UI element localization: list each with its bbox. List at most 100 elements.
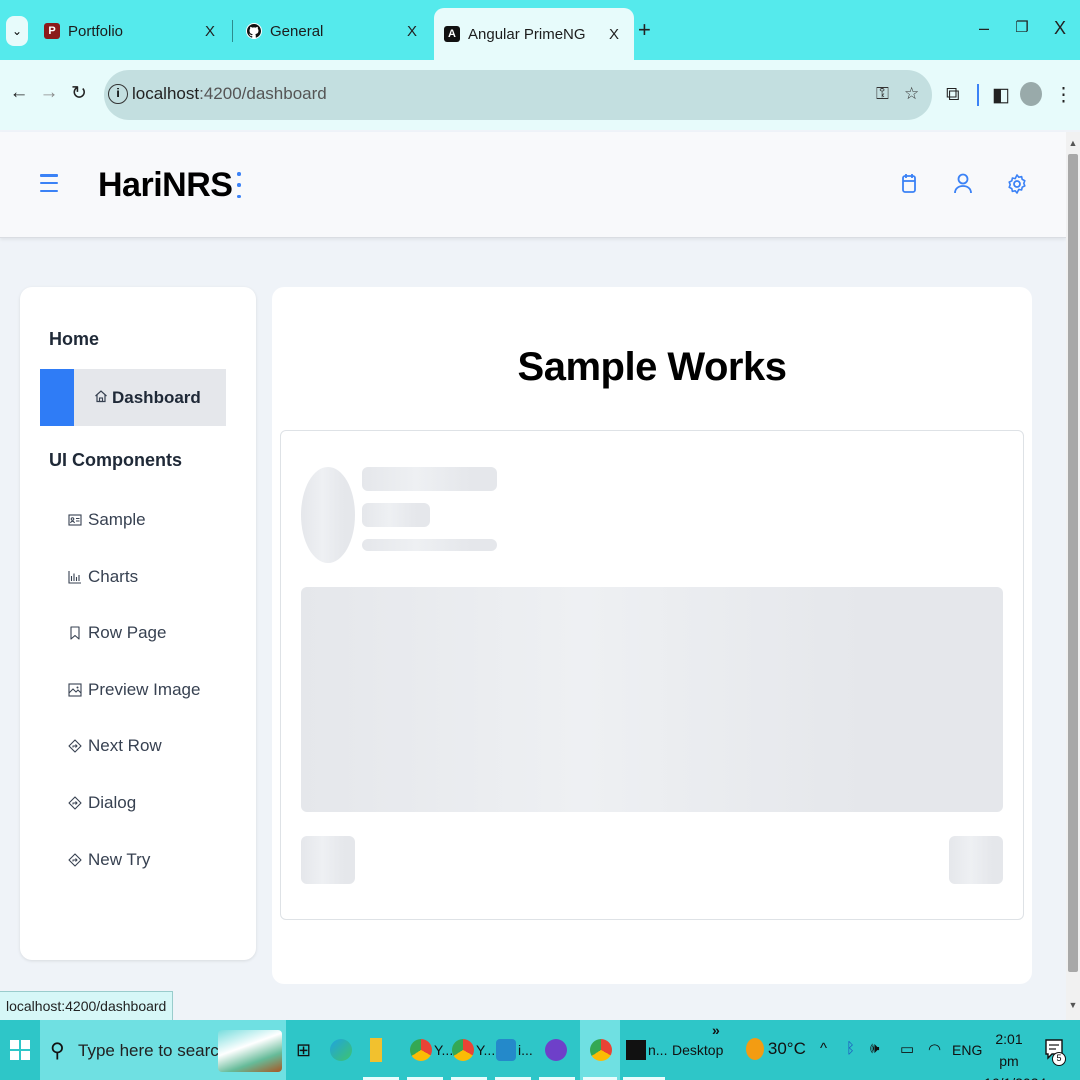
url-text[interactable]: localhost:4200/dashboard bbox=[132, 84, 327, 104]
sidebar-item-preview-image[interactable]: Preview Image bbox=[68, 678, 200, 702]
restore-button[interactable]: ❐ bbox=[1012, 18, 1032, 36]
skeleton-line bbox=[362, 467, 497, 491]
sidebar-item-sample[interactable]: Sample bbox=[68, 508, 146, 532]
volume-icon[interactable]: 🕪 bbox=[870, 1040, 879, 1057]
directions-icon bbox=[68, 796, 82, 810]
tab-general[interactable]: General X bbox=[236, 8, 432, 54]
forward-button[interactable]: → bbox=[38, 82, 60, 104]
desktop-toolbar-label[interactable]: Desktop bbox=[672, 1042, 723, 1058]
bookmark-star-icon[interactable]: ☆ bbox=[904, 84, 919, 104]
tab-separator bbox=[232, 20, 233, 42]
taskbar-app-label: Y... bbox=[476, 1042, 496, 1058]
taskbar-app-vscode[interactable]: i... bbox=[496, 1034, 533, 1066]
skeleton-button bbox=[949, 836, 1003, 884]
sidebar-item-row-page[interactable]: Row Page bbox=[68, 621, 166, 645]
sidebar-section-ui-components: UI Components bbox=[49, 450, 182, 470]
back-button[interactable]: ← bbox=[8, 82, 30, 104]
main-content-card: Sample Works bbox=[272, 287, 1032, 984]
bluetooth-icon[interactable]: ᛒ bbox=[846, 1040, 855, 1057]
reload-button[interactable]: ↻ bbox=[68, 82, 90, 105]
sidebar-item-label: New Try bbox=[88, 850, 151, 869]
toolbar-divider bbox=[977, 84, 979, 106]
settings-gear-icon[interactable] bbox=[1006, 172, 1028, 196]
taskbar-app-chrome[interactable]: Y... bbox=[410, 1034, 453, 1066]
sidebar-item-label: Row Page bbox=[88, 623, 167, 642]
profile-avatar[interactable] bbox=[1020, 82, 1042, 106]
vscode-icon bbox=[496, 1039, 516, 1061]
side-panel-icon[interactable]: ◧ bbox=[992, 84, 1010, 107]
chrome-icon bbox=[410, 1039, 432, 1061]
taskbar-app-label: i... bbox=[518, 1042, 533, 1058]
tab-search-button[interactable]: ⌄ bbox=[6, 16, 28, 46]
menu-toggle-icon[interactable] bbox=[40, 174, 58, 192]
home-icon bbox=[95, 390, 107, 403]
language-indicator[interactable]: ENG bbox=[952, 1042, 982, 1058]
scroll-down-arrow-icon[interactable]: ▼ bbox=[1066, 1000, 1080, 1010]
taskbar-app-terminal[interactable]: n... bbox=[626, 1034, 667, 1066]
tab-angular-primeng[interactable]: A Angular PrimeNG X bbox=[434, 8, 634, 60]
windows-start-icon[interactable] bbox=[10, 1040, 30, 1060]
topbar-menu-icon[interactable] bbox=[236, 172, 242, 198]
menu-more-icon[interactable]: ⋮ bbox=[1054, 84, 1073, 107]
tab-close-button[interactable]: X bbox=[200, 23, 220, 40]
sidebar-item-label: Sample bbox=[88, 510, 146, 529]
directions-icon bbox=[68, 739, 82, 753]
scroll-up-arrow-icon[interactable]: ▲ bbox=[1066, 138, 1080, 148]
skeleton-line bbox=[362, 503, 430, 527]
tab-title: Angular PrimeNG bbox=[468, 25, 586, 43]
sidebar: Home Dashboard UI Components Sample Char… bbox=[20, 287, 256, 960]
site-info-icon[interactable]: i bbox=[108, 84, 128, 104]
sidebar-item-label: Preview Image bbox=[88, 680, 201, 699]
wifi-icon[interactable]: ◠ bbox=[928, 1040, 941, 1058]
new-tab-button[interactable]: + bbox=[638, 18, 651, 42]
tab-portfolio[interactable]: P Portfolio X bbox=[34, 8, 230, 54]
taskbar-app-youtube[interactable]: Y... bbox=[452, 1034, 495, 1066]
directions-icon bbox=[68, 853, 82, 867]
taskbar-search-box[interactable]: ⚲ Type here to search bbox=[40, 1020, 286, 1080]
chart-bar-icon bbox=[68, 571, 81, 584]
tab-close-button[interactable]: X bbox=[604, 26, 624, 43]
skeleton-line bbox=[362, 539, 497, 551]
github-desktop-icon bbox=[545, 1039, 567, 1061]
bookmark-icon bbox=[70, 626, 80, 640]
taskbar-app-github-desktop[interactable] bbox=[545, 1034, 569, 1066]
sidebar-item-dialog[interactable]: Dialog bbox=[68, 791, 136, 815]
taskbar-app-label: n... bbox=[648, 1042, 668, 1058]
sidebar-item-charts[interactable]: Charts bbox=[68, 565, 138, 589]
minimize-button[interactable]: – bbox=[974, 18, 994, 39]
angular-icon: A bbox=[444, 26, 460, 42]
brand-logo-text[interactable]: HariNRS bbox=[98, 166, 233, 205]
toolbar-overflow-icon[interactable]: » bbox=[712, 1022, 720, 1038]
taskbar-app-chrome-active[interactable] bbox=[590, 1034, 614, 1066]
battery-icon[interactable]: ▭ bbox=[900, 1040, 914, 1058]
notification-count-badge: 5 bbox=[1052, 1052, 1066, 1066]
sidebar-item-dashboard[interactable]: Dashboard bbox=[40, 369, 226, 426]
calendar-icon[interactable] bbox=[898, 172, 920, 196]
file-explorer-icon[interactable] bbox=[370, 1034, 382, 1066]
tab-close-button[interactable]: X bbox=[402, 23, 422, 40]
sidebar-item-label: Dashboard bbox=[112, 388, 201, 407]
user-icon[interactable] bbox=[952, 172, 974, 196]
id-card-icon bbox=[68, 514, 82, 526]
sidebar-item-next-row[interactable]: Next Row bbox=[68, 734, 162, 758]
edge-icon[interactable] bbox=[330, 1034, 354, 1066]
tab-title: Portfolio bbox=[68, 22, 124, 40]
scrollbar-thumb[interactable] bbox=[1068, 154, 1078, 972]
extensions-icon[interactable]: ⧉ bbox=[946, 84, 960, 106]
github-icon bbox=[246, 23, 262, 39]
sidebar-item-label: Next Row bbox=[88, 736, 162, 755]
weather-widget[interactable]: 30°C bbox=[746, 1038, 806, 1060]
terminal-icon bbox=[626, 1040, 646, 1060]
close-window-button[interactable]: X bbox=[1050, 18, 1070, 39]
tray-overflow-icon[interactable]: ^ bbox=[820, 1040, 827, 1057]
page-scrollbar[interactable]: ▲ ▼ bbox=[1066, 132, 1080, 1020]
weather-temperature: 30°C bbox=[767, 1039, 806, 1058]
system-clock[interactable]: 2:01 pm 16/1/2024 bbox=[984, 1028, 1046, 1080]
browser-tab-bar: ⌄ P Portfolio X General X A Angular Prim… bbox=[0, 0, 1080, 60]
page-title: Sample Works bbox=[517, 345, 787, 389]
search-placeholder: Type here to search bbox=[78, 1041, 229, 1060]
image-icon bbox=[68, 683, 82, 697]
key-icon[interactable]: ⚿ bbox=[876, 84, 889, 104]
sidebar-item-new-try[interactable]: New Try bbox=[68, 848, 150, 872]
task-view-icon[interactable]: ⊞ bbox=[296, 1034, 311, 1066]
